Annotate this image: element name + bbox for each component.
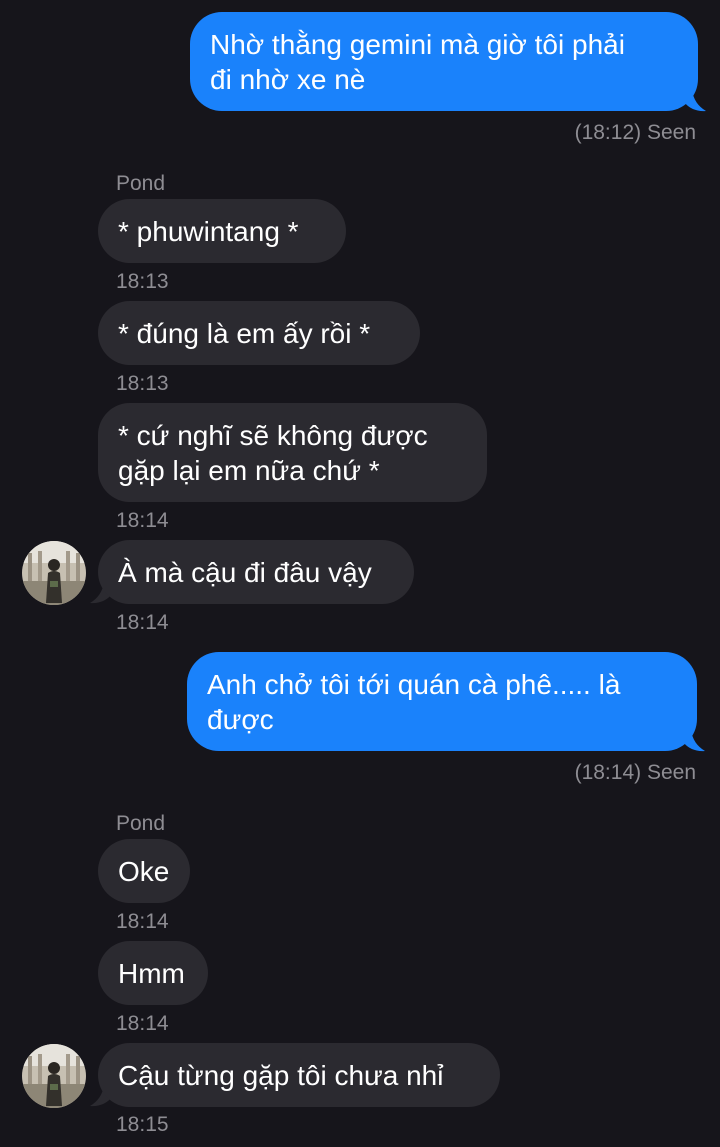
sender-name: Pond — [116, 172, 166, 195]
sender-name: Pond — [116, 812, 166, 835]
incoming-message-bubble[interactable]: * cứ nghĩ sẽ không được gặp lại em nữa c… — [98, 403, 487, 502]
message-text: Hmm — [118, 957, 185, 989]
message-time: 18:14 — [116, 509, 169, 532]
message-text-line: Nhờ thằng gemini mà giờ tôi phải — [210, 29, 625, 60]
message-time: 18:13 — [116, 270, 169, 293]
message-text-line: đi nhờ xe nè — [210, 64, 366, 95]
incoming-message-bubble[interactable]: Hmm — [98, 941, 208, 1005]
incoming-message-bubble[interactable]: Oke — [98, 839, 190, 903]
message-text-line: Anh chở tôi tới quán cà phê..... là — [207, 669, 621, 700]
message-text-line: được — [207, 704, 274, 735]
incoming-message-bubble[interactable]: Cậu từng gặp tôi chưa nhỉ — [98, 1043, 500, 1107]
message-status: (18:12) Seen — [574, 121, 696, 144]
outgoing-message-bubble[interactable]: Nhờ thằng gemini mà giờ tôi phải đi nhờ … — [190, 12, 698, 111]
user-avatar[interactable] — [22, 1044, 86, 1108]
message-status: (18:14) Seen — [574, 761, 696, 784]
message-text: Cậu từng gặp tôi chưa nhỉ — [118, 1059, 444, 1091]
message-time: 18:13 — [116, 372, 169, 395]
message-text-line: gặp lại em nữa chứ * — [118, 455, 380, 486]
message-text-line: * cứ nghĩ sẽ không được — [118, 420, 428, 451]
message-text: * phuwintang * — [118, 215, 299, 247]
incoming-message-bubble[interactable]: * phuwintang * — [98, 199, 346, 263]
message-time: 18:15 — [116, 1113, 169, 1136]
incoming-message-bubble[interactable]: * đúng là em ấy rồi * — [98, 301, 420, 365]
chat-thread: Nhờ thằng gemini mà giờ tôi phải đi nhờ … — [0, 0, 720, 1147]
outgoing-message-bubble[interactable]: Anh chở tôi tới quán cà phê..... là được — [187, 652, 697, 751]
message-time: 18:14 — [116, 611, 169, 634]
message-text: * đúng là em ấy rồi * — [118, 317, 371, 349]
message-text: À mà cậu đi đâu vậy — [118, 556, 372, 588]
bubble-tail-right — [683, 730, 705, 752]
user-avatar[interactable] — [22, 541, 86, 605]
bubble-tail-right — [684, 90, 706, 112]
message-time: 18:14 — [116, 1012, 169, 1035]
incoming-message-bubble[interactable]: À mà cậu đi đâu vậy — [98, 540, 414, 604]
message-time: 18:14 — [116, 910, 169, 933]
message-text: Oke — [118, 855, 170, 887]
